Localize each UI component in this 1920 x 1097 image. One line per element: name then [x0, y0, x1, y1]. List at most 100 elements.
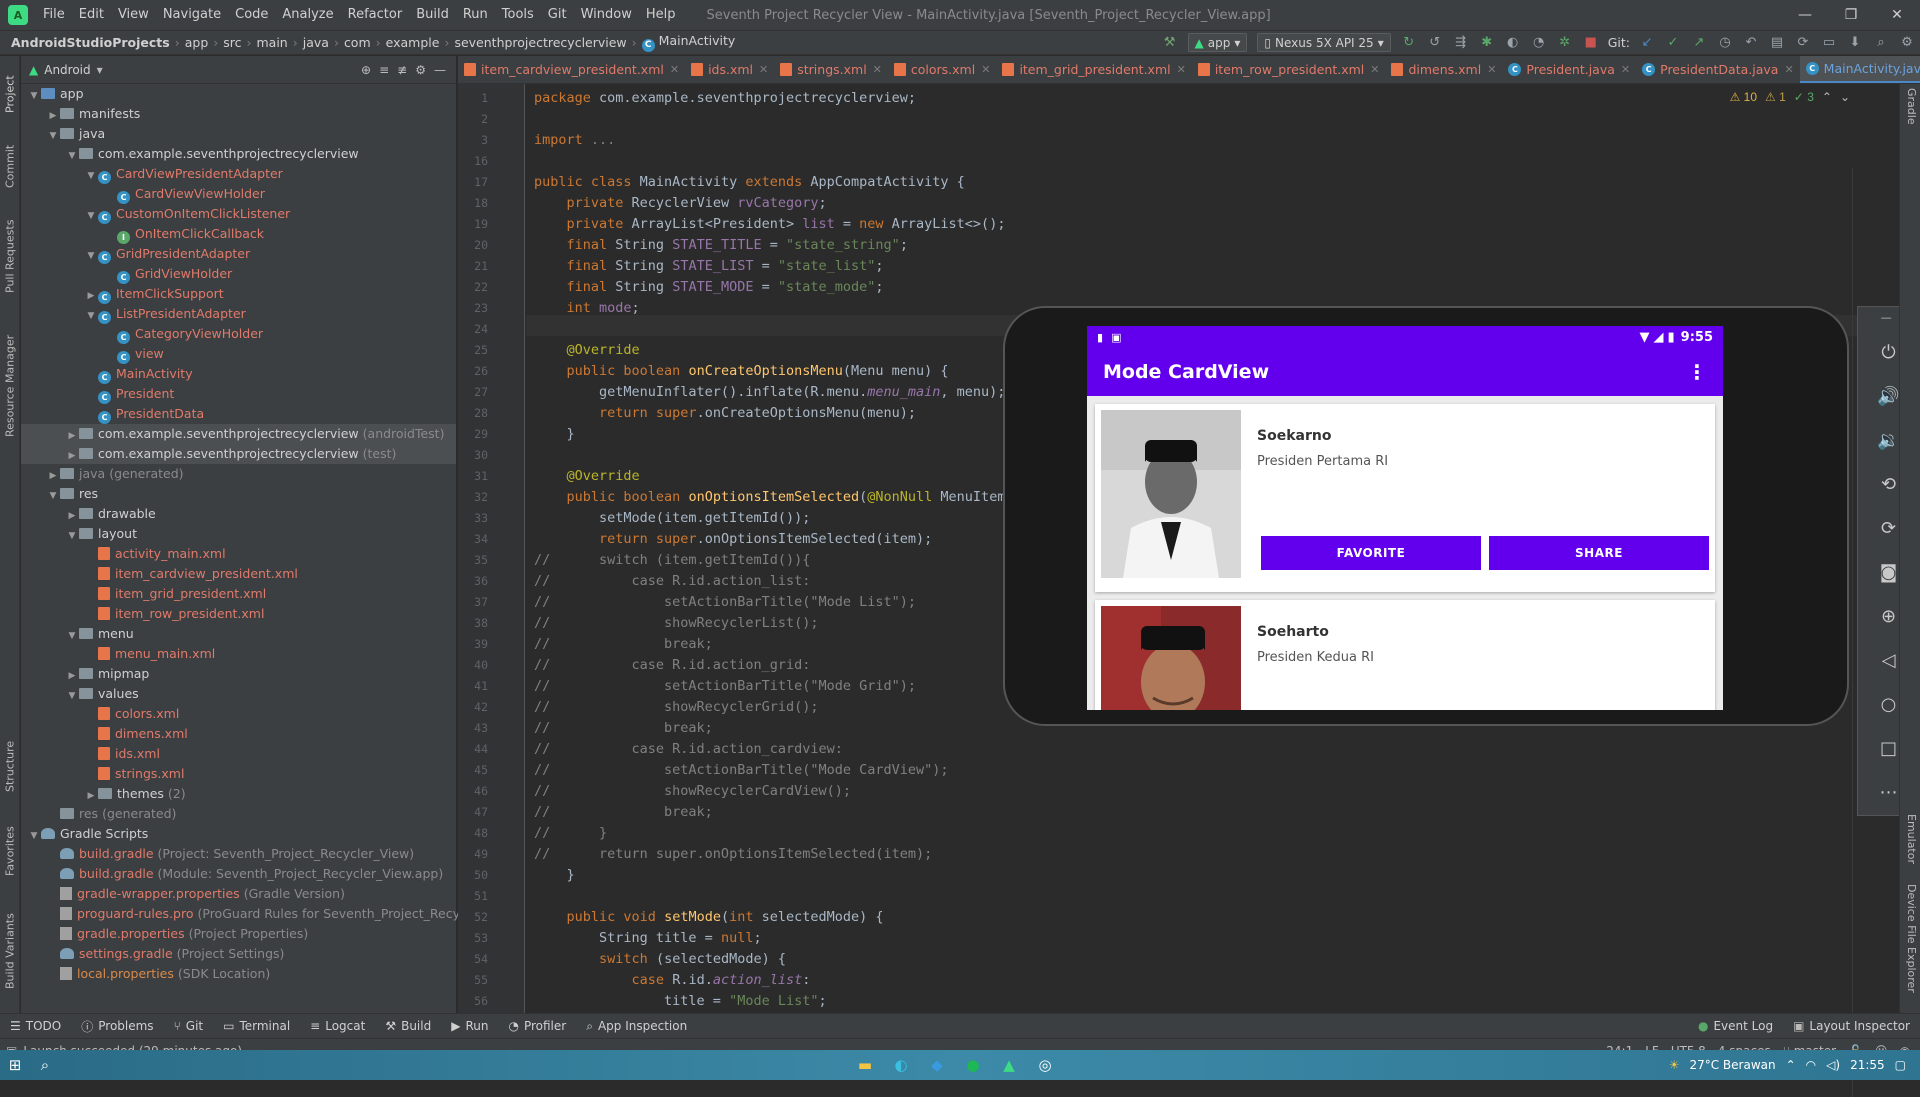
- chevron-right-icon[interactable]: ▶: [46, 466, 60, 486]
- menu-edit[interactable]: Edit: [72, 0, 111, 30]
- tree-item[interactable]: ▶ java (generated): [21, 464, 456, 484]
- chevron-right-icon[interactable]: ▶: [65, 426, 79, 446]
- breadcrumb-item[interactable]: main: [252, 35, 293, 50]
- menu-window[interactable]: Window: [574, 0, 639, 30]
- notification-center-icon[interactable]: ▢: [1895, 1058, 1906, 1072]
- tree-item[interactable]: menu_main.xml: [21, 644, 456, 664]
- president-card[interactable]: Soekarno Presiden Pertama RI FAVORITE SH…: [1095, 404, 1715, 592]
- tree-item[interactable]: res (generated): [21, 804, 456, 824]
- edge-icon[interactable]: ◐: [886, 1050, 916, 1080]
- editor-tab[interactable]: C PresidentData.java ✕: [1636, 56, 1800, 83]
- close-tab-icon[interactable]: ✕: [670, 63, 679, 76]
- bottom-tab-git[interactable]: ⑂ Git: [164, 1019, 214, 1033]
- chevron-up-icon[interactable]: ⌃: [1822, 90, 1832, 104]
- menu-build[interactable]: Build: [409, 0, 456, 30]
- restore-icon[interactable]: ❐: [1828, 0, 1874, 30]
- inspection-widget[interactable]: ⚠ 10 ⚠ 1 ✓ 3 ⌃ ⌄: [1730, 90, 1850, 104]
- settings-icon[interactable]: ⚙: [1896, 32, 1918, 54]
- menu-refactor[interactable]: Refactor: [341, 0, 410, 30]
- menu-navigate[interactable]: Navigate: [156, 0, 228, 30]
- tree-item[interactable]: ▼ layout: [21, 524, 456, 544]
- clock[interactable]: 21:55: [1850, 1058, 1885, 1072]
- tree-item[interactable]: settings.gradle (Project Settings): [21, 944, 456, 964]
- close-tab-icon[interactable]: ✕: [1487, 63, 1496, 76]
- collapse-all-icon[interactable]: ≢: [397, 63, 407, 77]
- menu-tools[interactable]: Tools: [495, 0, 541, 30]
- history-icon[interactable]: ◷: [1714, 32, 1736, 54]
- close-tab-icon[interactable]: ✕: [1177, 63, 1186, 76]
- tree-item[interactable]: ids.xml: [21, 744, 456, 764]
- bottom-tab-event-log[interactable]: ● Event Log: [1688, 1019, 1783, 1033]
- chevron-down-icon[interactable]: ▼: [27, 826, 41, 846]
- breadcrumb-item[interactable]: AndroidStudioProjects: [6, 35, 175, 50]
- git-commit-icon[interactable]: ✓: [1662, 32, 1684, 54]
- share-button[interactable]: SHARE: [1489, 536, 1709, 570]
- tree-item[interactable]: C President: [21, 384, 456, 404]
- tree-item[interactable]: ▼ res: [21, 484, 456, 504]
- chevron-down-icon[interactable]: ⌄: [1840, 90, 1850, 104]
- editor-tab[interactable]: item_grid_president.xml ✕: [996, 56, 1191, 83]
- close-tab-icon[interactable]: ✕: [759, 63, 768, 76]
- tree-item[interactable]: ▶ C ItemClickSupport: [21, 284, 456, 304]
- bottom-tab-problems[interactable]: ⓘ Problems: [71, 1018, 163, 1035]
- tree-item[interactable]: dimens.xml: [21, 724, 456, 744]
- hammer-icon[interactable]: ⚒: [1159, 32, 1181, 54]
- editor-tab[interactable]: colors.xml ✕: [888, 56, 997, 83]
- locate-icon[interactable]: ⊕: [361, 63, 371, 77]
- minimize-icon[interactable]: —: [1881, 311, 1892, 324]
- android-studio-taskbar-icon[interactable]: ▲: [994, 1050, 1024, 1080]
- tree-item[interactable]: build.gradle (Project: Seventh_Project_Re…: [21, 844, 456, 864]
- tree-item[interactable]: ▼ C ListPresidentAdapter: [21, 304, 456, 324]
- close-tab-icon[interactable]: ✕: [1784, 63, 1793, 76]
- tree-item[interactable]: Cview: [21, 344, 456, 364]
- bottom-tab-logcat[interactable]: ≡ Logcat: [300, 1019, 375, 1033]
- tree-item[interactable]: ▼ app: [21, 84, 456, 104]
- stop-icon[interactable]: ■: [1580, 32, 1602, 54]
- expand-all-icon[interactable]: ≡: [379, 63, 389, 77]
- windows-start-icon[interactable]: ⊞: [0, 1050, 30, 1080]
- apply-changes-icon[interactable]: ↺: [1424, 32, 1446, 54]
- tree-item[interactable]: ▼ values: [21, 684, 456, 704]
- menu-file[interactable]: File: [36, 0, 72, 30]
- chevron-right-icon[interactable]: ▶: [65, 446, 79, 466]
- tree-item[interactable]: ▼ C GridPresidentAdapter: [21, 244, 456, 264]
- editor-tab[interactable]: C President.java ✕: [1502, 56, 1636, 83]
- tree-item[interactable]: gradle.properties (Project Properties): [21, 924, 456, 944]
- tool-tab-project[interactable]: Project: [2, 64, 18, 124]
- chevron-down-icon[interactable]: ▼: [46, 486, 60, 506]
- avd-manager-icon[interactable]: ▭: [1818, 32, 1840, 54]
- tree-item[interactable]: item_cardview_president.xml: [21, 564, 456, 584]
- tree-item[interactable]: C CardViewViewHolder: [21, 184, 456, 204]
- tray-chevron-icon[interactable]: ⌃: [1786, 1058, 1796, 1072]
- tree-item[interactable]: ▼ Gradle Scripts: [21, 824, 456, 844]
- project-structure-icon[interactable]: ▤: [1766, 32, 1788, 54]
- menu-git[interactable]: Git: [541, 0, 574, 30]
- apply-code-changes-icon[interactable]: ⇶: [1450, 32, 1472, 54]
- chevron-right-icon[interactable]: ▶: [84, 786, 98, 806]
- tree-item[interactable]: colors.xml: [21, 704, 456, 724]
- tree-item[interactable]: I OnItemClickCallback: [21, 224, 456, 244]
- search-icon[interactable]: ⌕: [30, 1050, 60, 1080]
- chevron-down-icon[interactable]: ▼: [84, 246, 98, 266]
- gear-icon[interactable]: ⚙: [415, 63, 426, 77]
- editor-tab[interactable]: CMainActivity.java✕: [1799, 56, 1920, 83]
- editor-tab[interactable]: item_row_president.xml ✕: [1192, 56, 1386, 83]
- run-config-dropdown[interactable]: ▲ app ▾: [1187, 33, 1248, 52]
- file-explorer-icon[interactable]: ▬: [850, 1050, 880, 1080]
- tree-item[interactable]: item_row_president.xml: [21, 604, 456, 624]
- menu-view[interactable]: View: [111, 0, 156, 30]
- breadcrumb-item[interactable]: C MainActivity: [637, 33, 741, 52]
- git-update-icon[interactable]: ↙: [1636, 32, 1658, 54]
- tree-item[interactable]: item_grid_president.xml: [21, 584, 456, 604]
- tool-tab-pull-requests[interactable]: Pull Requests: [2, 206, 18, 306]
- tree-item[interactable]: local.properties (SDK Location): [21, 964, 456, 984]
- breadcrumb-item[interactable]: java: [298, 35, 334, 50]
- device-dropdown[interactable]: ▯ Nexus 5X API 25 ▾: [1257, 33, 1391, 52]
- chevron-right-icon[interactable]: ▶: [65, 506, 79, 526]
- tree-item[interactable]: C MainActivity: [21, 364, 456, 384]
- chevron-down-icon[interactable]: ▼: [65, 146, 79, 166]
- git-push-icon[interactable]: ↗: [1688, 32, 1710, 54]
- close-tab-icon[interactable]: ✕: [981, 63, 990, 76]
- chevron-down-icon[interactable]: ▼: [46, 126, 60, 146]
- breadcrumb-item[interactable]: com: [339, 35, 376, 50]
